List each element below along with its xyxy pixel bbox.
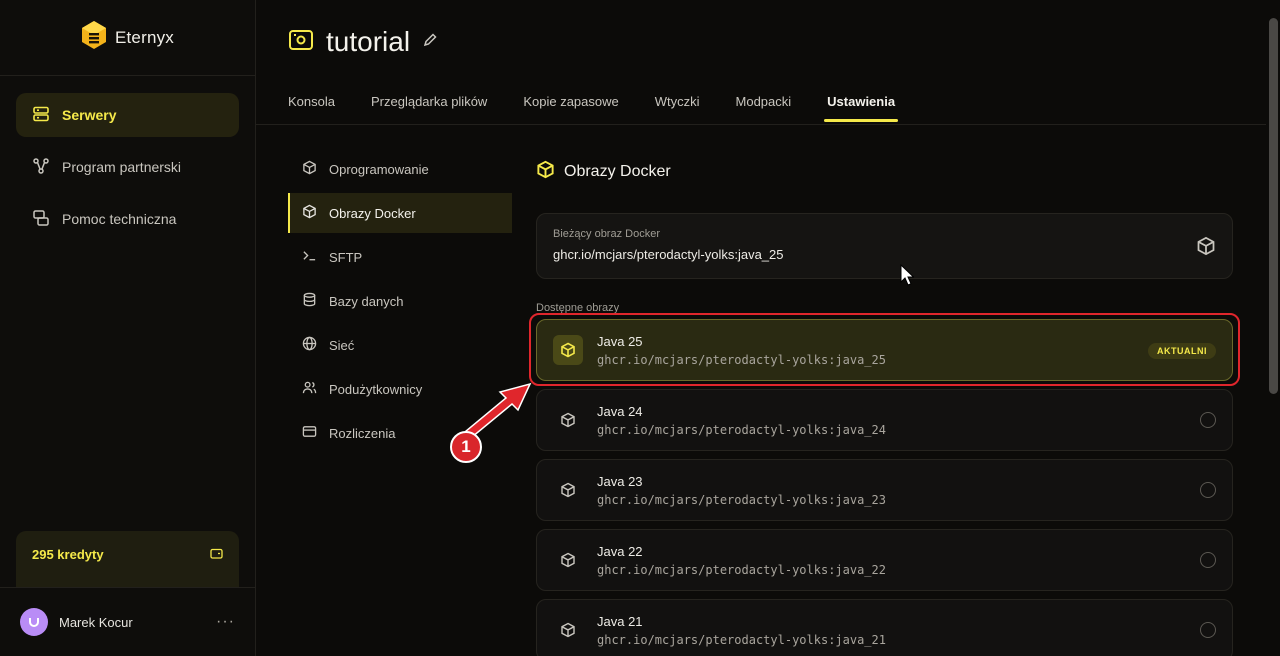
current-image-value: ghcr.io/mcjars/pterodactyl-yolks:java_25 [553,247,784,262]
current-docker-image: Bieżący obraz Docker ghcr.io/mcjars/pter… [536,213,1233,279]
section-title-text: Obrazy Docker [564,163,671,180]
tab-wtyczki[interactable]: Wtyczki [655,94,700,122]
settings-item-siec[interactable]: Sieć [288,325,512,365]
current-image-label: Bieżący obraz Docker [553,228,660,240]
brand[interactable]: Eternyx [0,0,255,76]
settings-item-label: Oprogramowanie [329,161,429,177]
sidebar-item-label: Program partnerski [62,159,182,175]
section-title: Obrazy Docker [536,160,671,184]
settings-item-bazy-danych[interactable]: Bazy danych [288,281,512,321]
settings-item-label: Obrazy Docker [329,205,416,221]
annotation-badge: 1 [450,431,482,463]
users-icon [302,380,317,398]
server-tabs: Konsola Przeglądarka plików Kopie zapaso… [288,94,931,122]
image-option-java-22[interactable]: Java 22 ghcr.io/mcjars/pterodactyl-yolks… [536,529,1233,591]
tab-konsola[interactable]: Konsola [288,94,335,122]
image-radio[interactable] [1200,622,1216,638]
settings-item-sftp[interactable]: SFTP [288,237,512,277]
terminal-icon [302,248,317,266]
image-name: Java 21 [597,613,643,629]
settings-item-label: Bazy danych [329,293,404,309]
settings-item-label: SFTP [329,249,363,265]
settings-item-oprogramowanie[interactable]: Oprogramowanie [288,149,512,189]
settings-item-label: Sieć [329,337,355,353]
card-icon [302,424,317,442]
image-radio[interactable] [1200,552,1216,568]
sidebar-nav: Serwery Program partnerski Pomoc technic… [16,93,239,249]
image-option-java-24[interactable]: Java 24 ghcr.io/mcjars/pterodactyl-yolks… [536,389,1233,451]
image-option-java-21[interactable]: Java 21 ghcr.io/mcjars/pterodactyl-yolks… [536,599,1233,656]
sidebar-item-serwery[interactable]: Serwery [16,93,239,137]
box-icon [553,615,583,645]
wallet-icon [210,547,223,571]
page-title: tutorial [326,26,411,57]
globe-icon [302,336,317,354]
image-name: Java 24 [597,403,643,419]
settings-item-obrazy-docker[interactable]: Obrazy Docker [288,193,512,233]
sidebar-item-program-partnerski[interactable]: Program partnerski [16,145,239,189]
box-icon [553,545,583,575]
image-path: ghcr.io/mcjars/pterodactyl-yolks:java_23 [597,492,886,507]
avatar [20,608,48,636]
box-icon [302,204,317,222]
server-settings-icon [288,27,314,58]
title-row: tutorial [288,26,438,58]
tab-ustawienia[interactable]: Ustawienia [824,94,898,122]
image-name: Java 22 [597,543,643,559]
tab-modpacki[interactable]: Modpacki [736,94,792,122]
tab-przegladarka-plikow[interactable]: Przeglądarka plików [371,94,487,122]
eternyx-logo-icon [81,20,107,55]
edit-icon[interactable] [422,32,438,53]
sidebar-item-pomoc-techniczna[interactable]: Pomoc techniczna [16,197,239,241]
box-icon [536,160,555,184]
image-name: Java 23 [597,473,643,489]
annotation-highlight [529,313,1240,386]
package-icon [302,160,317,178]
image-radio[interactable] [1200,412,1216,428]
scrollbar[interactable] [1269,18,1278,394]
network-icon [32,157,50,178]
support-icon [32,209,50,230]
credits-amount: 295 kredyty [32,547,104,562]
image-path: ghcr.io/mcjars/pterodactyl-yolks:java_24 [597,422,886,437]
box-icon [1196,236,1216,261]
database-icon [302,292,317,310]
sidebar: Eternyx Serwery Program partnerski Pomoc… [0,0,256,656]
page-header: tutorial Konsola Przeglądarka plików Kop… [256,0,1266,125]
box-icon [553,475,583,505]
more-icon[interactable]: ··· [216,613,235,631]
user-name: Marek Kocur [59,614,133,630]
credits-card[interactable]: 295 kredyty [16,531,239,587]
tab-kopie-zapasowe[interactable]: Kopie zapasowe [523,94,618,122]
user-profile[interactable]: Marek Kocur ··· [0,587,255,656]
image-option-java-23[interactable]: Java 23 ghcr.io/mcjars/pterodactyl-yolks… [536,459,1233,521]
settings-item-label: Podużytkownicy [329,381,423,397]
mouse-cursor-icon [900,263,915,291]
image-path: ghcr.io/mcjars/pterodactyl-yolks:java_22 [597,562,886,577]
image-radio[interactable] [1200,482,1216,498]
image-path: ghcr.io/mcjars/pterodactyl-yolks:java_21 [597,632,886,647]
sidebar-item-label: Pomoc techniczna [62,211,177,227]
box-icon [553,405,583,435]
sidebar-item-label: Serwery [62,107,117,123]
settings-item-label: Rozliczenia [329,425,396,441]
brand-name: Eternyx [114,27,175,47]
server-icon [32,105,50,126]
